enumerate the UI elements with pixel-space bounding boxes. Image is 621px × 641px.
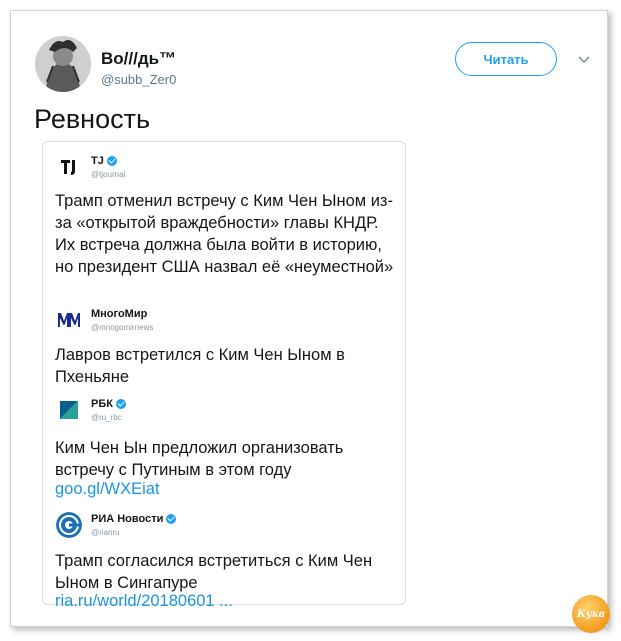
mnogomir-logo-icon (56, 307, 82, 333)
watermark-logo: Кука (572, 595, 610, 633)
verified-badge-icon (106, 156, 117, 166)
tweet-text: Ревность (34, 104, 151, 134)
follow-button[interactable]: Читать (455, 42, 557, 76)
rbc-logo-icon (56, 397, 82, 423)
quote-text: Лавров встретился с Ким Чен Ыном в Пхень… (55, 346, 345, 386)
quote-source-handle: @tjournal (91, 170, 126, 179)
chevron-down-icon[interactable] (577, 53, 591, 67)
quote-source-name[interactable]: РИА Новости (91, 513, 177, 525)
quote-link[interactable]: ria.ru/world/20180601 ... (55, 592, 233, 611)
quote-source-name[interactable]: TJ (91, 155, 117, 167)
quote-text: Трамп отменил встречу с Ким Чен Ыном из-… (55, 192, 394, 276)
quote-source-name[interactable]: РБК (91, 398, 126, 410)
quote-link[interactable]: goo.gl/WXEiat (55, 480, 160, 499)
quote-source-handle: @mnogomirnews (91, 323, 154, 332)
ria-logo-icon (56, 512, 82, 538)
verified-badge-icon (115, 399, 126, 409)
quote-source-name[interactable]: МногоМир (91, 308, 147, 320)
quote-source-handle: @rianru (91, 528, 120, 537)
quote-text: Трамп согласился встретиться с Ким Чен Ы… (55, 552, 373, 592)
quote-source-handle: @ru_rbc (91, 413, 122, 422)
user-handle[interactable]: @subb_Zer0 (101, 72, 176, 87)
user-display-name[interactable]: Bo///дь™ (101, 49, 176, 69)
tj-logo-icon (56, 154, 82, 180)
verified-badge-icon (166, 514, 177, 524)
user-avatar[interactable] (35, 36, 91, 92)
tweet-screenshot-frame: Bo///дь™ @subb_Zer0 Читать Ревность TJ @… (10, 10, 610, 633)
quote-text: Ким Чен Ын предложил организовать встреч… (55, 439, 344, 479)
quoted-tweets-card[interactable]: TJ @tjournal Трамп отменил встречу с Ким… (42, 141, 406, 610)
